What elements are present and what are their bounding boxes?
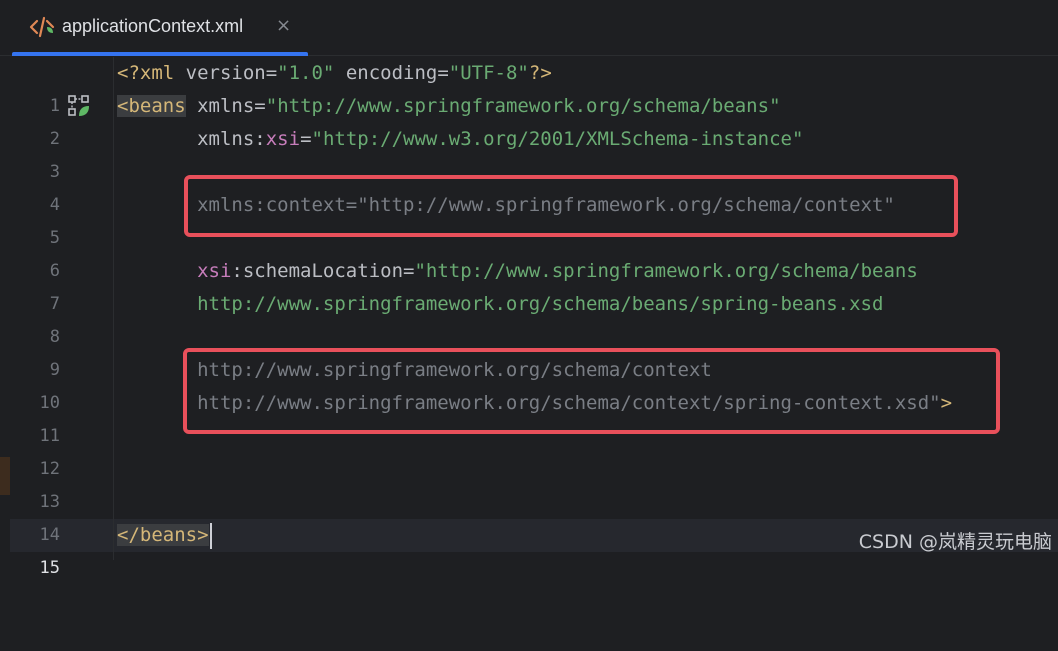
attr-encoding: encoding <box>345 62 438 84</box>
value-xsi: "http://www.w3.org/2001/XMLSchema-instan… <box>311 128 804 150</box>
highlight-box-context-schema <box>183 348 1000 434</box>
value-encoding: "UTF-8" <box>448 62 529 84</box>
attr-eq: = <box>403 260 415 282</box>
code-editor[interactable]: 1 <?xml version="1.0" encoding="UTF-8"?>… <box>0 57 1058 578</box>
close-icon[interactable]: × <box>276 14 291 38</box>
code-text: </beans> <box>117 519 212 552</box>
line-number: 15 <box>39 558 60 578</box>
code-text: <beans xmlns="http://www.springframework… <box>117 90 781 123</box>
highlight-box-context-namespace <box>184 175 958 237</box>
attr-eq: = <box>437 62 449 84</box>
code-line-8[interactable]: 8 http://www.springframework.org/schema/… <box>0 288 1058 347</box>
code-line-2[interactable]: 2 <beans xmlns="http://www.springframewo… <box>0 90 1058 149</box>
code-text: http://www.springframework.org/schema/be… <box>117 288 883 321</box>
code-line-13[interactable]: 13 <box>0 453 1058 512</box>
attr-eq: = <box>254 95 266 117</box>
tab-title: applicationContext.xml <box>62 16 244 36</box>
code-text: xsi:schemaLocation="http://www.springfra… <box>117 255 918 288</box>
colon: : <box>254 128 266 150</box>
active-tab-indicator <box>12 52 308 56</box>
xml-decl-open: <?xml <box>117 62 186 84</box>
text-caret <box>209 522 212 549</box>
value-xmlns: "http://www.springframework.org/schema/b… <box>265 95 781 117</box>
attr-xmlns: xmlns <box>197 95 255 117</box>
code-line-3[interactable]: 3 xmlns:xsi="http://www.w3.org/2001/XMLS… <box>0 123 1058 182</box>
colon: : <box>231 260 243 282</box>
code-text: <?xml version="1.0" encoding="UTF-8"?> <box>117 57 552 90</box>
code-line-1[interactable]: 1 <?xml version="1.0" encoding="UTF-8"?> <box>0 57 1058 116</box>
attr-schema-location: schemaLocation <box>242 260 404 282</box>
attr-eq: = <box>265 62 278 84</box>
attr-version: version <box>185 62 266 84</box>
watermark: CSDN @岚精灵玩电脑 <box>858 531 1052 553</box>
value-schema-beans: "http://www.springframework.org/schema/b… <box>414 260 918 282</box>
xml-file-icon <box>29 16 55 38</box>
tab-application-context[interactable]: applicationContext.xml × <box>12 0 308 56</box>
ns-xsi: xsi <box>265 128 301 150</box>
ns-xsi: xsi <box>197 260 232 282</box>
editor-tab-bar: applicationContext.xml × <box>0 0 1058 56</box>
xml-decl-close: ?> <box>528 62 552 84</box>
beans-open-tag: <beans <box>117 95 186 117</box>
attr-eq: = <box>300 128 312 150</box>
code-line-7[interactable]: 7 xsi:schemaLocation="http://www.springf… <box>0 255 1058 314</box>
code-text: xmlns:xsi="http://www.w3.org/2001/XMLSch… <box>117 123 803 156</box>
beans-close-tag: </beans> <box>117 524 209 546</box>
attr-xmlns: xmlns <box>197 128 255 150</box>
value-version: "1.0" <box>277 62 335 84</box>
value-beans-xsd: http://www.springframework.org/schema/be… <box>197 293 884 315</box>
code-line-14[interactable]: 14 <box>0 486 1058 545</box>
